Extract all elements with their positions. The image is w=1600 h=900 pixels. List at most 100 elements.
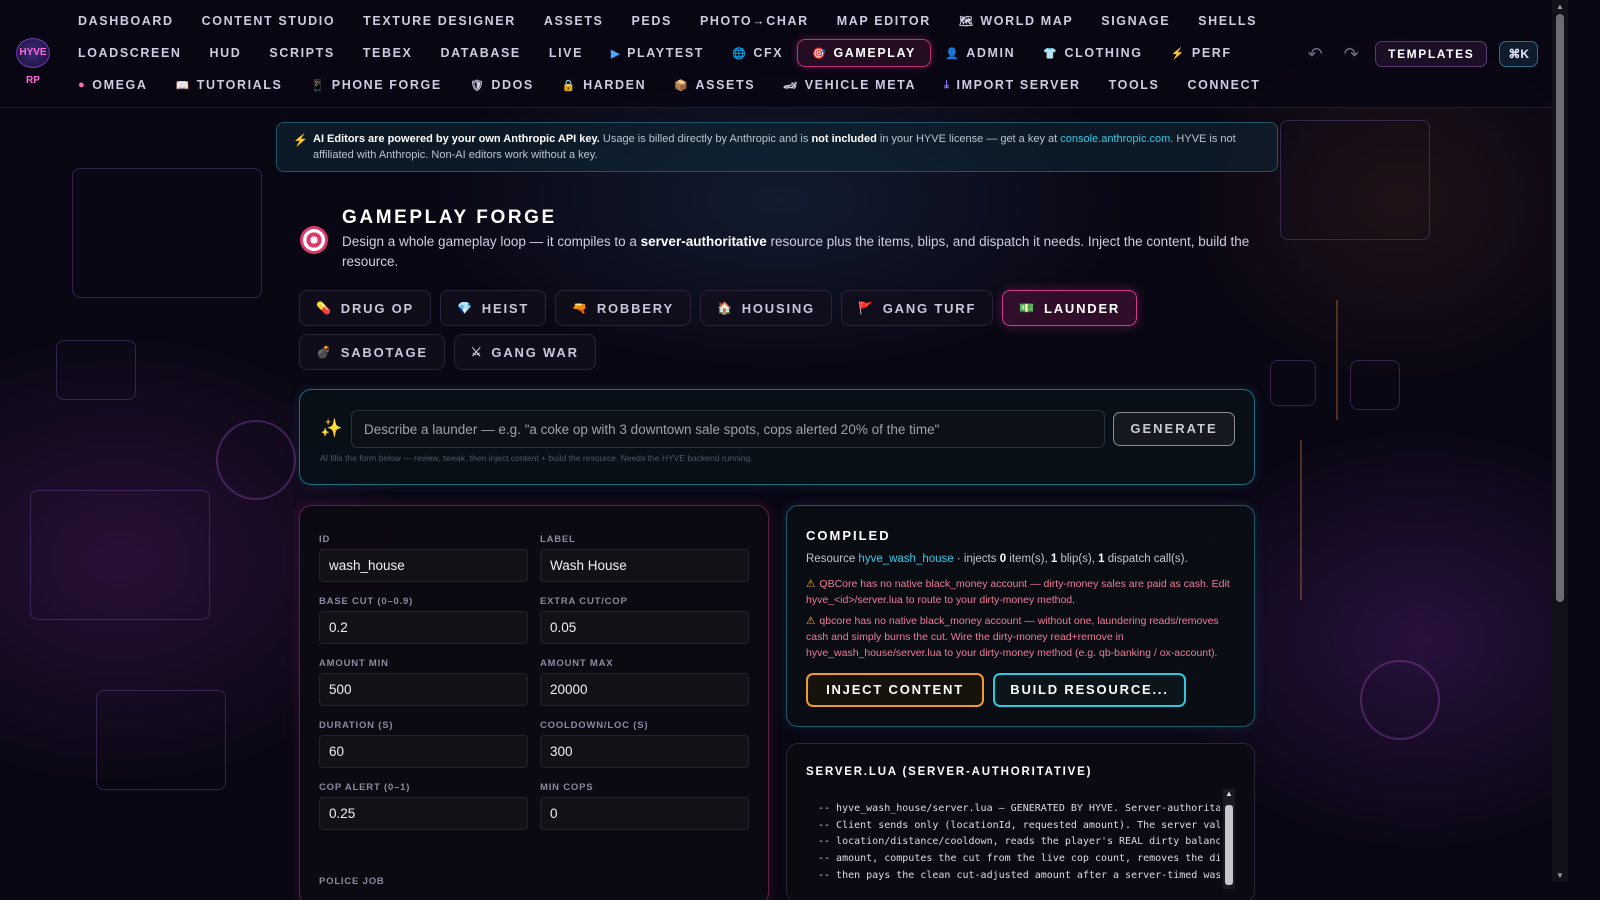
nav-admin[interactable]: 👤 ADMIN	[931, 40, 1029, 66]
nav-harden[interactable]: 🔒 HARDEN	[548, 72, 660, 98]
id-input[interactable]: wash_house	[319, 549, 528, 582]
field-police-job-label: POLICE JOB	[319, 876, 385, 887]
amount-min-input[interactable]: 500	[319, 673, 528, 706]
tab-gang-war[interactable]: ⚔ GANG WAR	[453, 334, 596, 370]
amount-max-input[interactable]: 20000	[540, 673, 749, 706]
lock-icon: 🔒	[561, 79, 578, 92]
nav-gameplay[interactable]: 🎯 GAMEPLAY	[797, 39, 931, 67]
swords-icon: ⚔	[470, 345, 484, 359]
cop-alert-input[interactable]: 0.25	[319, 797, 528, 830]
target-icon: 🎯	[812, 47, 828, 60]
nav-live[interactable]: LIVE	[535, 40, 597, 66]
tab-launder[interactable]: 💵 LAUNDER	[1002, 290, 1138, 326]
cooldown-input[interactable]: 300	[540, 735, 749, 768]
undo-icon[interactable]: ↶	[1303, 44, 1327, 65]
nav-cfx[interactable]: 🌐 CFX	[718, 40, 797, 66]
api-key-notice: ⚡ AI Editors are powered by your own Ant…	[276, 122, 1278, 172]
code-line: -- Client sends only (locationId, reques…	[818, 819, 1220, 831]
code-scrollbar[interactable]: ▲	[1223, 789, 1235, 889]
play-icon: ▶	[611, 47, 622, 60]
nav-tebex[interactable]: TEBEX	[349, 40, 427, 66]
command-palette-button[interactable]: ⌘K	[1499, 41, 1538, 67]
nav-tutorials[interactable]: 📖 TUTORIALS	[161, 72, 296, 98]
page-description: Design a whole gameplay loop — it compil…	[342, 234, 1250, 269]
nav-hud[interactable]: HUD	[196, 40, 256, 66]
nav-assets-2[interactable]: 📦 ASSETS	[660, 72, 769, 98]
nav-row-2: LOADSCREEN HUD SCRIPTS TEBEX DATABASE LI…	[64, 39, 1246, 67]
tab-robbery[interactable]: 🔫 ROBBERY	[555, 290, 691, 326]
nav-peds[interactable]: PEDS	[618, 8, 686, 34]
tab-drug-op[interactable]: 💊 DRUG OP	[299, 290, 432, 326]
book-icon: 📖	[175, 79, 191, 92]
nav-clothing[interactable]: 👕 CLOTHING	[1029, 40, 1156, 66]
top-navigation: HYVE RP DASHBOARD CONTENT STUDIO TEXTURE…	[0, 0, 1552, 108]
label-input[interactable]: Wash House	[540, 549, 749, 582]
nav-tools[interactable]: TOOLS	[1095, 72, 1174, 98]
ai-hint: AI fills the form below — review, tweak,…	[320, 453, 753, 463]
tab-heist[interactable]: 💎 HEIST	[440, 290, 547, 326]
nav-omega[interactable]: ● OMEGA	[64, 72, 161, 98]
nav-row-1: DASHBOARD CONTENT STUDIO TEXTURE DESIGNE…	[64, 7, 1271, 35]
map-icon: 🗺	[958, 15, 975, 28]
tab-housing[interactable]: 🏠 HOUSING	[699, 290, 832, 326]
anthropic-console-link[interactable]: console.anthropic.com	[1060, 133, 1170, 145]
field-amount-min: AMOUNT MIN 500	[319, 658, 529, 706]
build-resource-button[interactable]: BUILD RESOURCE...	[993, 673, 1186, 707]
app-logo[interactable]: HYVE RP	[16, 38, 50, 86]
nav-world-map[interactable]: 🗺 WORLD MAP	[945, 8, 1087, 34]
nav-loadscreen[interactable]: LOADSCREEN	[64, 40, 196, 66]
templates-button[interactable]: TEMPLATES	[1375, 41, 1488, 67]
nav-database[interactable]: DATABASE	[426, 40, 534, 66]
house-icon: 🏠	[716, 301, 734, 315]
gameplay-type-tabs: 💊 DRUG OP 💎 HEIST 🔫 ROBBERY 🏠 HOUSING 🚩 GANG …	[299, 290, 1259, 370]
tab-gang-turf[interactable]: 🚩 GANG TURF	[840, 290, 994, 326]
compiled-panel: COMPILED Resource hyve_wash_house · inje…	[786, 505, 1255, 727]
scroll-up-icon[interactable]: ▲	[1223, 789, 1235, 798]
scroll-up-icon[interactable]: ▲	[1552, 2, 1568, 11]
nav-dashboard[interactable]: DASHBOARD	[64, 8, 188, 34]
min-cops-input[interactable]: 0	[540, 797, 749, 830]
tab-sabotage[interactable]: 💣 SABOTAGE	[299, 334, 445, 370]
nav-content-studio[interactable]: CONTENT STUDIO	[188, 8, 350, 34]
ai-prompt-input[interactable]	[351, 410, 1105, 448]
code-viewer[interactable]: -- hyve_wash_house/server.lua — GENERATE…	[818, 801, 1220, 891]
nav-perf[interactable]: ⚡ PERF	[1157, 40, 1246, 66]
nav-vehicle-meta[interactable]: 🏎 VEHICLE META	[769, 72, 930, 98]
lightning-icon: ⚡	[1170, 47, 1186, 60]
redo-icon[interactable]: ↷	[1339, 44, 1363, 65]
import-icon: ⤓	[944, 78, 951, 91]
code-line: -- hyve_wash_house/server.lua — GENERATE…	[818, 803, 1220, 814]
lightning-icon: ⚡	[293, 133, 308, 147]
nav-photo-char[interactable]: PHOTO→CHAR	[686, 8, 823, 34]
field-label: LABEL Wash House	[540, 534, 750, 582]
code-line: -- then pays the clean cut-adjusted amou…	[818, 869, 1220, 881]
nav-connect[interactable]: CONNECT	[1173, 72, 1274, 98]
nav-phone-forge[interactable]: 📱 PHONE FORGE	[296, 72, 455, 98]
code-scrollbar-thumb[interactable]	[1225, 805, 1233, 885]
nav-shells[interactable]: SHELLS	[1184, 8, 1271, 34]
nav-texture-designer[interactable]: TEXTURE DESIGNER	[349, 8, 530, 34]
extra-cut-input[interactable]: 0.05	[540, 611, 749, 644]
diamond-icon: 💎	[457, 301, 474, 315]
compiled-title: COMPILED	[806, 528, 891, 543]
field-duration: DURATION (S) 60	[319, 720, 529, 768]
code-line: -- location/distance/cooldown, reads the…	[818, 836, 1220, 848]
nav-assets[interactable]: ASSETS	[530, 8, 618, 34]
nav-ddos[interactable]: 🛡 DDOS	[456, 72, 548, 98]
nav-playtest[interactable]: ▶ PLAYTEST	[597, 40, 718, 66]
scrollbar-thumb[interactable]	[1556, 14, 1564, 602]
scroll-down-icon[interactable]: ▼	[1552, 871, 1568, 880]
warning-message: ⚠ QBCore has no native black_money accoun…	[806, 578, 1230, 606]
page-scrollbar[interactable]: ▲ ▼	[1552, 0, 1568, 882]
nav-map-editor[interactable]: MAP EDITOR	[823, 8, 945, 34]
generate-button[interactable]: GENERATE	[1113, 412, 1235, 446]
base-cut-input[interactable]: 0.2	[319, 611, 528, 644]
target-icon	[300, 226, 328, 254]
warning-message: ⚠ qbcore has no native black_money accoun…	[806, 615, 1219, 659]
nav-signage[interactable]: SIGNAGE	[1087, 8, 1184, 34]
page-title: GAMEPLAY FORGE	[342, 207, 557, 228]
inject-content-button[interactable]: INJECT CONTENT	[806, 673, 984, 707]
nav-scripts[interactable]: SCRIPTS	[255, 40, 348, 66]
nav-import-server[interactable]: ⤓ IMPORT SERVER	[930, 72, 1095, 98]
duration-input[interactable]: 60	[319, 735, 528, 768]
